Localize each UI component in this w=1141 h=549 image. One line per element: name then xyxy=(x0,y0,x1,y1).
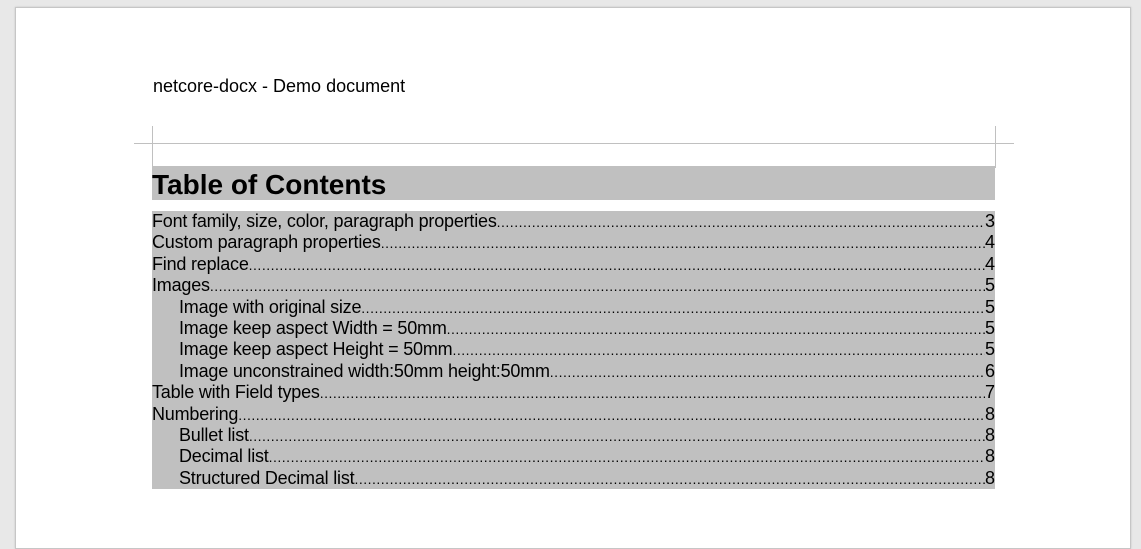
toc-entry[interactable]: Numbering 8 xyxy=(152,404,995,425)
toc-dot-leader xyxy=(210,276,985,296)
toc-dot-leader xyxy=(320,383,985,403)
toc-page-number: 5 xyxy=(984,275,995,296)
toc-entry-label: Structured Decimal list xyxy=(179,467,355,488)
toc-entry[interactable]: Structured Decimal list 8 xyxy=(152,468,995,489)
toc-entry[interactable]: Images 5 xyxy=(152,275,995,296)
toc-page-number: 8 xyxy=(984,403,995,424)
toc-entry-label: Custom paragraph properties xyxy=(152,232,381,253)
toc-page-number: 8 xyxy=(984,446,995,467)
toc-entry[interactable]: Font family, size, color, paragraph prop… xyxy=(152,211,995,232)
document-page: netcore-docx - Demo document Table of Co… xyxy=(15,7,1131,549)
toc-page-number: 7 xyxy=(984,382,995,403)
toc-page-number: 8 xyxy=(984,467,995,488)
toc-dot-leader xyxy=(550,362,985,382)
toc-entry-label: Font family, size, color, paragraph prop… xyxy=(152,211,497,231)
toc-dot-leader xyxy=(269,447,985,467)
toc-entry[interactable]: Table with Field types 7 xyxy=(152,382,995,403)
toc-page-number: 8 xyxy=(984,424,995,445)
toc-list: Font family, size, color, paragraph prop… xyxy=(152,211,995,490)
toc-entry-label: Images xyxy=(152,275,210,296)
toc-page-number: 4 xyxy=(984,232,995,253)
toc-entry-label: Decimal list xyxy=(179,446,269,467)
toc-entry-label: Numbering xyxy=(152,403,239,424)
text-boundary-left xyxy=(152,144,153,168)
toc-entry-label: Bullet list xyxy=(179,424,249,445)
toc-dot-leader xyxy=(354,469,985,489)
toc-dot-leader xyxy=(249,426,985,446)
toc-entry-label: Image with original size xyxy=(179,296,362,317)
toc-page-number: 6 xyxy=(984,360,995,381)
toc-entry[interactable]: Image keep aspect Width = 50mm 5 xyxy=(152,318,995,339)
toc-page-number: 5 xyxy=(984,339,995,360)
text-boundary-right xyxy=(995,144,996,168)
toc-entry[interactable]: Image unconstrained width:50mm height:50… xyxy=(152,361,995,382)
toc-entry-label: Find replace xyxy=(152,253,249,274)
page-header-text[interactable]: netcore-docx - Demo document xyxy=(153,76,405,97)
toc-entry-label: Image unconstrained width:50mm height:50… xyxy=(179,360,550,381)
toc-dot-leader xyxy=(447,319,985,339)
toc-entry-label: Table with Field types xyxy=(152,382,320,403)
toc-dot-leader xyxy=(497,212,985,232)
toc-entry-label: Image keep aspect Height = 50mm xyxy=(179,339,453,360)
toc-dot-leader xyxy=(249,255,985,275)
toc-page-number: 4 xyxy=(984,253,995,274)
text-boundary-right-mark xyxy=(995,126,996,144)
toc-entry[interactable]: Image with original size 5 xyxy=(152,297,995,318)
toc-entry[interactable]: Image keep aspect Height = 50mm 5 xyxy=(152,339,995,360)
toc-heading[interactable]: Table of Contents xyxy=(152,166,995,200)
toc-entry-label: Image keep aspect Width = 50mm xyxy=(179,317,447,338)
toc-entry[interactable]: Bullet list 8 xyxy=(152,425,995,446)
toc-page-number: 5 xyxy=(984,317,995,338)
toc-entry[interactable]: Find replace 4 xyxy=(152,254,995,275)
toc-dot-leader xyxy=(381,233,985,253)
text-boundary-top xyxy=(134,143,1014,144)
toc-dot-leader xyxy=(452,340,985,360)
toc-page-number: 3 xyxy=(984,211,995,231)
toc-entry[interactable]: Decimal list 8 xyxy=(152,446,995,467)
toc-entry[interactable]: Custom paragraph properties 4 xyxy=(152,232,995,253)
text-boundary-left-mark xyxy=(152,126,153,144)
toc-page-number: 5 xyxy=(984,296,995,317)
toc-dot-leader xyxy=(238,405,985,425)
toc-dot-leader xyxy=(361,298,985,318)
